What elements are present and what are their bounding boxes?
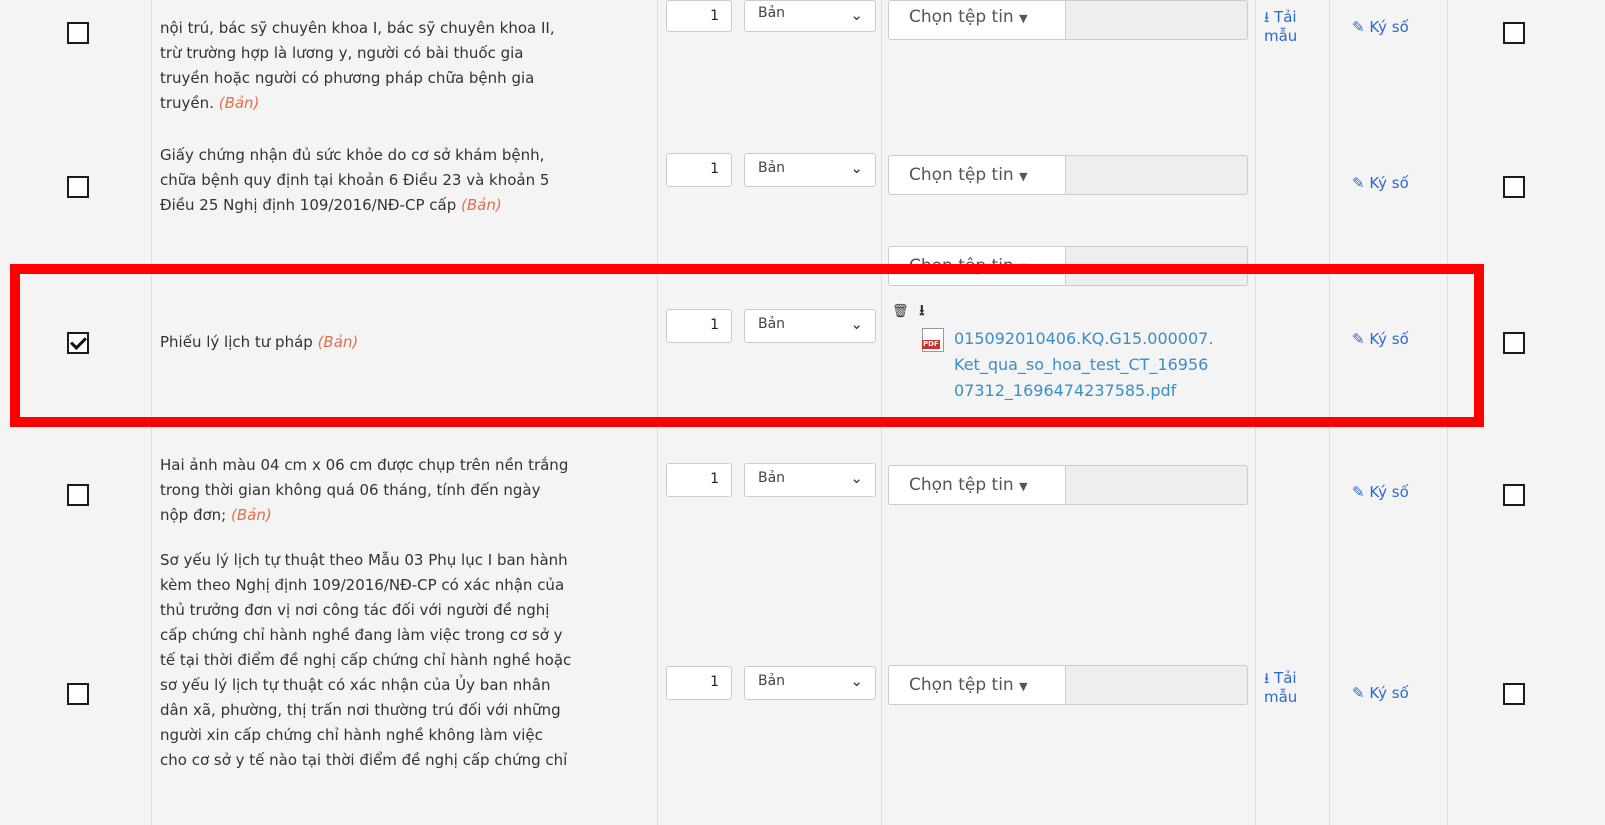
trash-icon[interactable]: 🗑 — [892, 304, 909, 319]
copy-type-tag: (Bản) — [317, 333, 359, 351]
quantity-input[interactable]: 1 — [666, 309, 732, 343]
file-picker: Chọn tệp tin ▼ — [888, 155, 1248, 195]
edit-icon: ✎ — [1352, 330, 1365, 348]
document-description: Giấy chứng nhận đủ sức khỏe do cơ sở khá… — [160, 146, 550, 214]
file-picker: Chọn tệp tin ▼ — [888, 246, 1248, 286]
choose-file-button[interactable]: Chọn tệp tin ▼ — [888, 665, 1066, 705]
table-row: Phiếu lý lịch tư pháp (Bản) 1 Bản ⌄ Chọn … — [0, 229, 1605, 442]
row-checkbox-secondary[interactable] — [1503, 683, 1525, 705]
file-picker: Chọn tệp tin ▼ — [888, 0, 1248, 40]
edit-icon: ✎ — [1352, 483, 1365, 501]
file-picker: Chọn tệp tin ▼ — [888, 665, 1248, 705]
documents-table: nội trú, bác sỹ chuyên khoa I, bác sỹ ch… — [0, 0, 1605, 825]
file-picker: Chọn tệp tin ▼ — [888, 465, 1248, 505]
caret-down-icon: ▼ — [1019, 12, 1028, 25]
caret-down-icon: ▼ — [1019, 480, 1028, 493]
choose-file-button[interactable]: Chọn tệp tin ▼ — [888, 465, 1066, 505]
quantity-input[interactable]: 1 — [666, 666, 732, 700]
document-description: Sơ yếu lý lịch tự thuật theo Mẫu 03 Phụ … — [160, 551, 572, 769]
file-link[interactable]: 015092010406.KQ.G15.000007. Ket_qua_so_h… — [954, 326, 1254, 404]
row-checkbox-secondary[interactable] — [1503, 176, 1525, 198]
copy-type-tag: (Bản) — [218, 94, 260, 112]
copy-type-tag: (Bản) — [461, 196, 502, 214]
digital-sign-link[interactable]: ✎ Ký số — [1352, 330, 1442, 348]
document-description: Phiếu lý lịch tư pháp (Bản) — [160, 333, 359, 351]
chevron-down-icon: ⌄ — [850, 469, 863, 487]
file-name-field — [1066, 155, 1248, 195]
type-select[interactable]: Bản ⌄ — [744, 153, 876, 187]
digital-sign-link[interactable]: ✎ Ký số — [1352, 18, 1442, 36]
caret-down-icon: ▼ — [1019, 261, 1028, 274]
chevron-down-icon: ⌄ — [850, 672, 863, 690]
row-checkbox-secondary[interactable] — [1503, 22, 1525, 44]
row-checkbox[interactable] — [67, 22, 89, 44]
table-row: Sơ yếu lý lịch tự thuật theo Mẫu 03 Phụ … — [0, 538, 1605, 825]
row-checkbox-secondary[interactable] — [1503, 484, 1525, 506]
chevron-down-icon: ⌄ — [850, 6, 863, 24]
row-checkbox[interactable] — [67, 176, 89, 198]
caret-down-icon: ▼ — [1019, 680, 1028, 693]
quantity-input[interactable]: 1 — [666, 463, 732, 497]
edit-icon: ✎ — [1352, 174, 1365, 192]
type-select[interactable]: Bản ⌄ — [744, 463, 876, 497]
quantity-input[interactable]: 1 — [666, 0, 732, 32]
choose-file-button[interactable]: Chọn tệp tin ▼ — [888, 246, 1066, 286]
choose-file-button[interactable]: Chọn tệp tin ▼ — [888, 0, 1066, 40]
table-row: nội trú, bác sỹ chuyên khoa I, bác sỹ ch… — [0, 0, 1605, 132]
edit-icon: ✎ — [1352, 18, 1365, 36]
file-name-field — [1066, 0, 1248, 40]
download-template-link[interactable]: ⭳ Tải mẫu — [1264, 669, 1326, 707]
type-select[interactable]: Bản ⌄ — [744, 666, 876, 700]
pdf-file-icon: PDF — [922, 328, 944, 352]
row-checkbox[interactable] — [67, 332, 89, 354]
type-select[interactable]: Bản ⌄ — [744, 0, 876, 32]
file-name-field — [1066, 246, 1248, 286]
row-checkbox[interactable] — [67, 683, 89, 705]
download-icon: ⭳ — [1264, 8, 1270, 26]
chevron-down-icon: ⌄ — [850, 159, 863, 177]
quantity-input[interactable]: 1 — [666, 153, 732, 187]
copy-type-tag: (Bản) — [231, 506, 272, 524]
caret-down-icon: ▼ — [1019, 170, 1028, 183]
download-template-link[interactable]: ⭳ Tải mẫu — [1264, 8, 1326, 46]
file-name-field — [1066, 465, 1248, 505]
digital-sign-link[interactable]: ✎ Ký số — [1352, 174, 1442, 192]
document-description: nội trú, bác sỹ chuyên khoa I, bác sỹ ch… — [160, 19, 555, 112]
document-description: Hai ảnh màu 04 cm x 06 cm được chụp trên… — [160, 456, 569, 524]
table-row: Giấy chứng nhận đủ sức khỏe do cơ sở khá… — [0, 131, 1605, 230]
download-icon: ⭳ — [1264, 669, 1270, 687]
table-row: Hai ảnh màu 04 cm x 06 cm được chụp trên… — [0, 441, 1605, 539]
download-icon[interactable]: ⭳ — [919, 301, 924, 319]
row-checkbox-secondary[interactable] — [1503, 332, 1525, 354]
choose-file-button[interactable]: Chọn tệp tin ▼ — [888, 155, 1066, 195]
edit-icon: ✎ — [1352, 684, 1365, 702]
chevron-down-icon: ⌄ — [850, 315, 863, 333]
row-checkbox[interactable] — [67, 484, 89, 506]
type-select[interactable]: Bản ⌄ — [744, 309, 876, 343]
file-name-field — [1066, 665, 1248, 705]
digital-sign-link[interactable]: ✎ Ký số — [1352, 483, 1442, 501]
digital-sign-link[interactable]: ✎ Ký số — [1352, 684, 1442, 702]
